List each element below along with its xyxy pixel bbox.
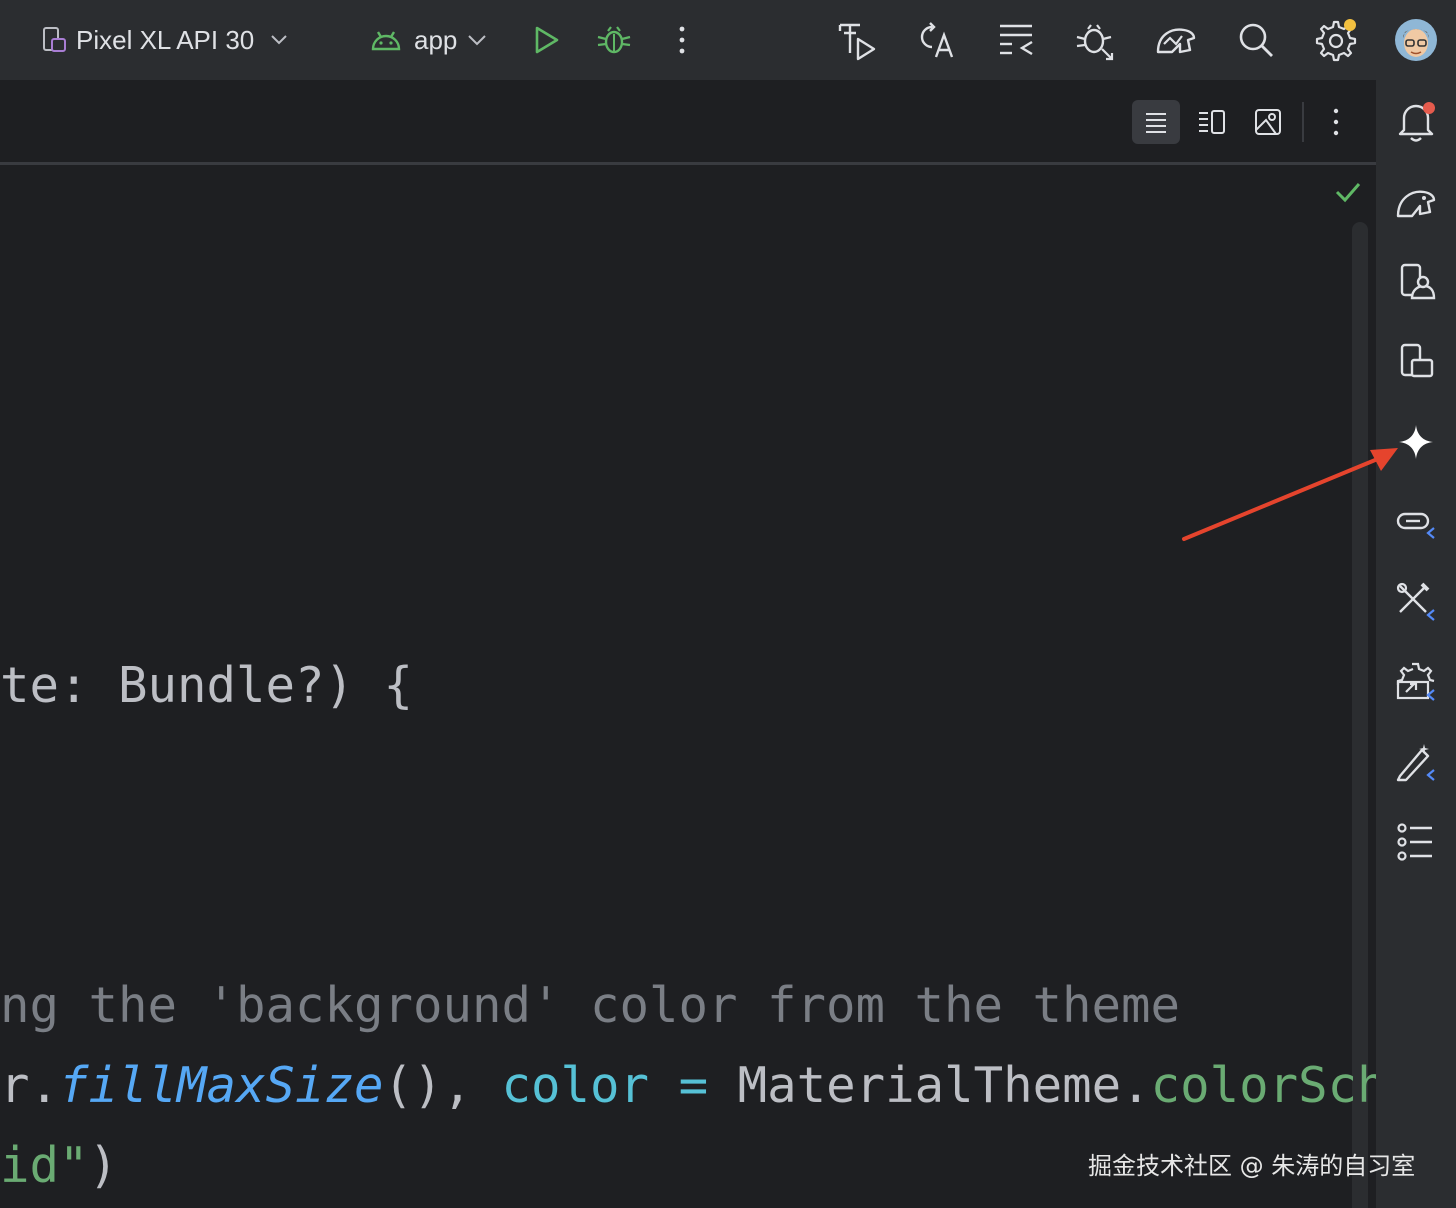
code-line[interactable]: r.fillMaxSize(), color = MaterialTheme.c… — [0, 1056, 1416, 1116]
code-line[interactable]: te: Bundle?) { — [0, 656, 413, 716]
more-vertical-icon — [670, 24, 694, 56]
translate-icon — [916, 19, 958, 61]
editor-header — [0, 80, 1376, 162]
run-config-selector[interactable]: app — [370, 0, 487, 80]
code-token: ng the 'background' color from the theme — [0, 977, 1181, 1034]
magic-edit-icon — [1394, 740, 1438, 784]
code-view-icon — [1144, 110, 1168, 134]
editor-options-button[interactable] — [1312, 100, 1360, 144]
chevron-down-icon — [270, 34, 288, 46]
device-manager-button[interactable] — [1394, 260, 1438, 304]
split-view-button[interactable] — [1188, 100, 1236, 144]
profiler-icon — [1154, 20, 1198, 60]
code-token: ) — [88, 1137, 119, 1194]
code-token: color — [501, 1057, 650, 1114]
gradle-button[interactable] — [1394, 180, 1438, 224]
editor-divider — [0, 162, 1376, 165]
run-button[interactable] — [530, 0, 562, 80]
search-button[interactable] — [1236, 0, 1276, 80]
debug-button[interactable] — [596, 0, 632, 80]
header-separator — [1302, 102, 1304, 142]
code-editor[interactable]: te: Bundle?) { ng the 'background' color … — [0, 80, 1416, 1208]
running-devices-icon — [1396, 342, 1436, 382]
config-label: app — [414, 24, 458, 55]
main-toolbar: Pixel XL API 30 app — [0, 0, 1456, 80]
code-view-button[interactable] — [1132, 100, 1180, 144]
watermark: 掘金技术社区 @ 朱涛的自习室 — [1088, 1152, 1416, 1180]
magic-edit-button[interactable] — [1394, 740, 1438, 784]
wrap-button[interactable] — [996, 0, 1036, 80]
code-token: id" — [0, 1137, 89, 1194]
tools-button[interactable] — [1394, 580, 1438, 624]
annotation-arrow — [1182, 448, 1398, 541]
wrap-icon — [996, 20, 1036, 60]
right-tool-strip — [1376, 80, 1456, 1208]
notifications-icon — [1394, 100, 1438, 144]
search-icon — [1236, 20, 1276, 60]
code-token: r. — [0, 1057, 60, 1114]
split-view-icon — [1197, 109, 1227, 135]
more-vertical-icon — [1331, 107, 1341, 137]
more-actions-button[interactable] — [670, 0, 694, 80]
notifications-button[interactable] — [1394, 100, 1438, 144]
code-token: (), — [383, 1057, 502, 1114]
build-icon — [836, 19, 878, 61]
settings-button[interactable] — [1314, 0, 1358, 80]
gradle-icon — [1394, 182, 1438, 222]
running-devices-button[interactable] — [1394, 340, 1438, 384]
device-label: Pixel XL API 30 — [76, 24, 255, 55]
code-token: fillMaxSize — [59, 1057, 384, 1114]
app-inspection-icon — [1394, 660, 1438, 704]
app-inspection-button[interactable] — [1394, 660, 1438, 704]
code-token: te: Bundle?) { — [0, 657, 414, 714]
bug-icon — [1074, 19, 1116, 61]
attach-debugger-button[interactable] — [1074, 0, 1116, 80]
avatar-image — [1395, 19, 1437, 61]
code-token: = — [649, 1057, 738, 1114]
run-icon — [530, 24, 562, 56]
code-token: MaterialTheme. — [737, 1057, 1151, 1114]
check-icon — [1334, 180, 1362, 204]
android-icon — [370, 28, 402, 52]
structure-list-icon — [1396, 822, 1436, 862]
settings-icon — [1314, 18, 1358, 62]
device-selector[interactable]: Pixel XL API 30 — [40, 0, 288, 80]
design-view-icon — [1254, 108, 1282, 136]
translate-button[interactable] — [916, 0, 958, 80]
code-line[interactable]: ng the 'background' color from the theme — [0, 976, 1180, 1036]
avatar[interactable] — [1394, 0, 1438, 80]
device-manager-icon — [1396, 262, 1436, 302]
device-icon — [40, 25, 68, 55]
code-line[interactable]: id") — [0, 1136, 118, 1196]
profiler-button[interactable] — [1154, 0, 1198, 80]
structure-button[interactable] — [1394, 820, 1438, 864]
debug-icon — [596, 23, 632, 57]
build-button[interactable] — [836, 0, 878, 80]
design-view-button[interactable] — [1244, 100, 1292, 144]
chevron-down-icon — [467, 34, 487, 46]
tools-icon — [1394, 580, 1438, 624]
